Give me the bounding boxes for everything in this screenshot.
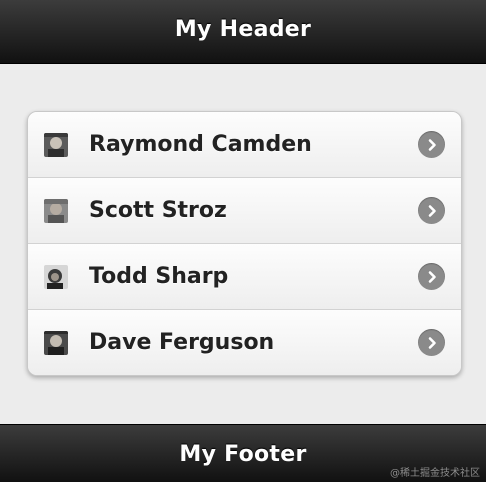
avatar <box>44 264 68 289</box>
list-item-label: Todd Sharp <box>89 264 229 289</box>
header-title: My Header <box>174 17 312 42</box>
header-bar: My Header <box>0 0 486 64</box>
person-list: Raymond Camden Scott Stroz Todd Sharp Da… <box>27 111 462 376</box>
avatar <box>44 198 68 223</box>
list-item-label: Scott Stroz <box>89 198 227 223</box>
watermark: @稀土掘金技术社区 <box>390 468 480 479</box>
list-item-label: Dave Ferguson <box>89 330 275 355</box>
chevron-right-circle-icon[interactable] <box>418 197 445 224</box>
list-item-scott-stroz[interactable]: Scott Stroz <box>28 177 461 243</box>
list-item-label: Raymond Camden <box>89 132 312 157</box>
chevron-right-circle-icon[interactable] <box>418 329 445 356</box>
avatar <box>44 330 68 355</box>
list-item-raymond-camden[interactable]: Raymond Camden <box>28 112 461 177</box>
footer-title: My Footer <box>179 442 307 467</box>
list-item-todd-sharp[interactable]: Todd Sharp <box>28 243 461 309</box>
chevron-right-circle-icon[interactable] <box>418 263 445 290</box>
content-area: Raymond Camden Scott Stroz Todd Sharp Da… <box>0 64 486 424</box>
chevron-right-circle-icon[interactable] <box>418 131 445 158</box>
avatar <box>44 132 68 157</box>
list-item-dave-ferguson[interactable]: Dave Ferguson <box>28 309 461 375</box>
page: My Header Raymond Camden Scott Stroz Tod… <box>0 0 486 482</box>
